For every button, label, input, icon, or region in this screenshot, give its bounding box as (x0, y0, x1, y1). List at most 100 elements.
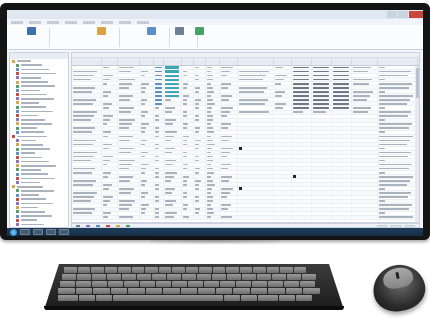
table-cell (238, 70, 274, 74)
tree-item-label (21, 118, 45, 121)
table-cell (352, 90, 378, 94)
column-header[interactable] (182, 58, 194, 65)
table-cell (274, 215, 292, 219)
table-cell (312, 118, 332, 122)
navigation-tree[interactable] (9, 52, 69, 228)
column-header[interactable] (312, 58, 332, 65)
column-header[interactable] (292, 58, 312, 65)
key (242, 274, 256, 280)
table-cell (182, 82, 194, 86)
table-cell (118, 215, 140, 219)
column-header[interactable] (220, 58, 238, 65)
table-cell (378, 74, 418, 78)
taskbar-app[interactable] (33, 229, 43, 235)
window-titlebar[interactable] (7, 10, 423, 19)
column-header[interactable] (102, 58, 118, 65)
table-cell (140, 130, 154, 134)
ribbon-button[interactable] (195, 27, 204, 48)
start-button[interactable] (10, 228, 17, 236)
folder-icon (16, 93, 19, 97)
column-header[interactable] (118, 58, 140, 65)
table-cell (312, 102, 332, 106)
table-row[interactable] (72, 215, 419, 220)
data-grid[interactable] (71, 52, 420, 223)
menu-item[interactable] (83, 20, 95, 24)
table-cell (220, 98, 238, 102)
menu-item[interactable] (65, 20, 77, 24)
table-cell (72, 179, 102, 183)
table-cell (352, 215, 378, 219)
menu-item[interactable] (11, 20, 23, 24)
ribbon-button[interactable] (97, 27, 106, 48)
folder-icon (16, 181, 19, 185)
table-cell (102, 155, 118, 159)
column-header[interactable] (206, 58, 220, 65)
scrollbar-thumb[interactable] (415, 68, 419, 98)
table-cell (274, 159, 292, 163)
table-cell (72, 215, 102, 219)
table-cell (220, 114, 238, 118)
column-header[interactable] (140, 58, 154, 65)
ribbon-button[interactable] (175, 27, 184, 48)
column-header[interactable] (194, 58, 206, 65)
table-cell (140, 122, 154, 126)
table-cell (292, 171, 312, 175)
menu-item[interactable] (101, 20, 113, 24)
table-cell (182, 70, 194, 74)
table-cell (238, 82, 274, 86)
close-button[interactable] (409, 11, 423, 18)
table-cell (102, 207, 118, 211)
key (303, 288, 320, 294)
column-header[interactable] (332, 58, 352, 65)
column-header[interactable] (154, 58, 164, 65)
table-cell (274, 130, 292, 134)
minimize-button[interactable] (387, 11, 397, 18)
column-header[interactable] (274, 58, 292, 65)
table-cell (182, 203, 194, 207)
table-cell (352, 110, 378, 114)
tree-item-label (21, 102, 39, 104)
table-cell (154, 175, 164, 179)
menu-item[interactable] (29, 20, 41, 24)
key (284, 281, 299, 287)
table-cell (182, 122, 194, 126)
menu-item[interactable] (137, 20, 149, 24)
menu-item[interactable] (119, 20, 131, 24)
table-cell (352, 106, 378, 110)
table-cell (118, 82, 140, 86)
column-header[interactable] (378, 58, 418, 65)
table-cell (378, 90, 418, 94)
ribbon-button[interactable] (147, 27, 156, 48)
table-cell (72, 163, 102, 167)
table-cell (220, 86, 238, 90)
table-cell (292, 114, 312, 118)
taskbar-app[interactable] (20, 229, 30, 235)
key (110, 288, 127, 294)
table-cell (182, 110, 194, 114)
table-cell (154, 146, 164, 150)
table-cell (206, 207, 220, 211)
vertical-scrollbar[interactable] (415, 66, 419, 222)
table-cell (102, 183, 118, 187)
column-header[interactable] (352, 58, 378, 65)
maximize-button[interactable] (398, 11, 408, 18)
table-cell (118, 150, 140, 155)
taskbar-app[interactable] (46, 229, 56, 235)
table-cell (352, 122, 378, 126)
table-cell (140, 98, 154, 102)
key (224, 295, 240, 301)
menu-item[interactable] (47, 20, 59, 24)
key (79, 295, 95, 301)
table-cell (164, 191, 182, 195)
ribbon-button[interactable] (27, 27, 36, 48)
column-header[interactable] (72, 58, 102, 65)
table-cell (274, 207, 292, 211)
legend-swatch (126, 224, 130, 227)
column-header[interactable] (164, 58, 182, 65)
table-cell (140, 163, 154, 167)
table-cell (194, 159, 206, 163)
table-cell (292, 74, 312, 78)
key (62, 274, 76, 280)
column-header[interactable] (238, 58, 274, 65)
taskbar-app[interactable] (59, 229, 69, 235)
